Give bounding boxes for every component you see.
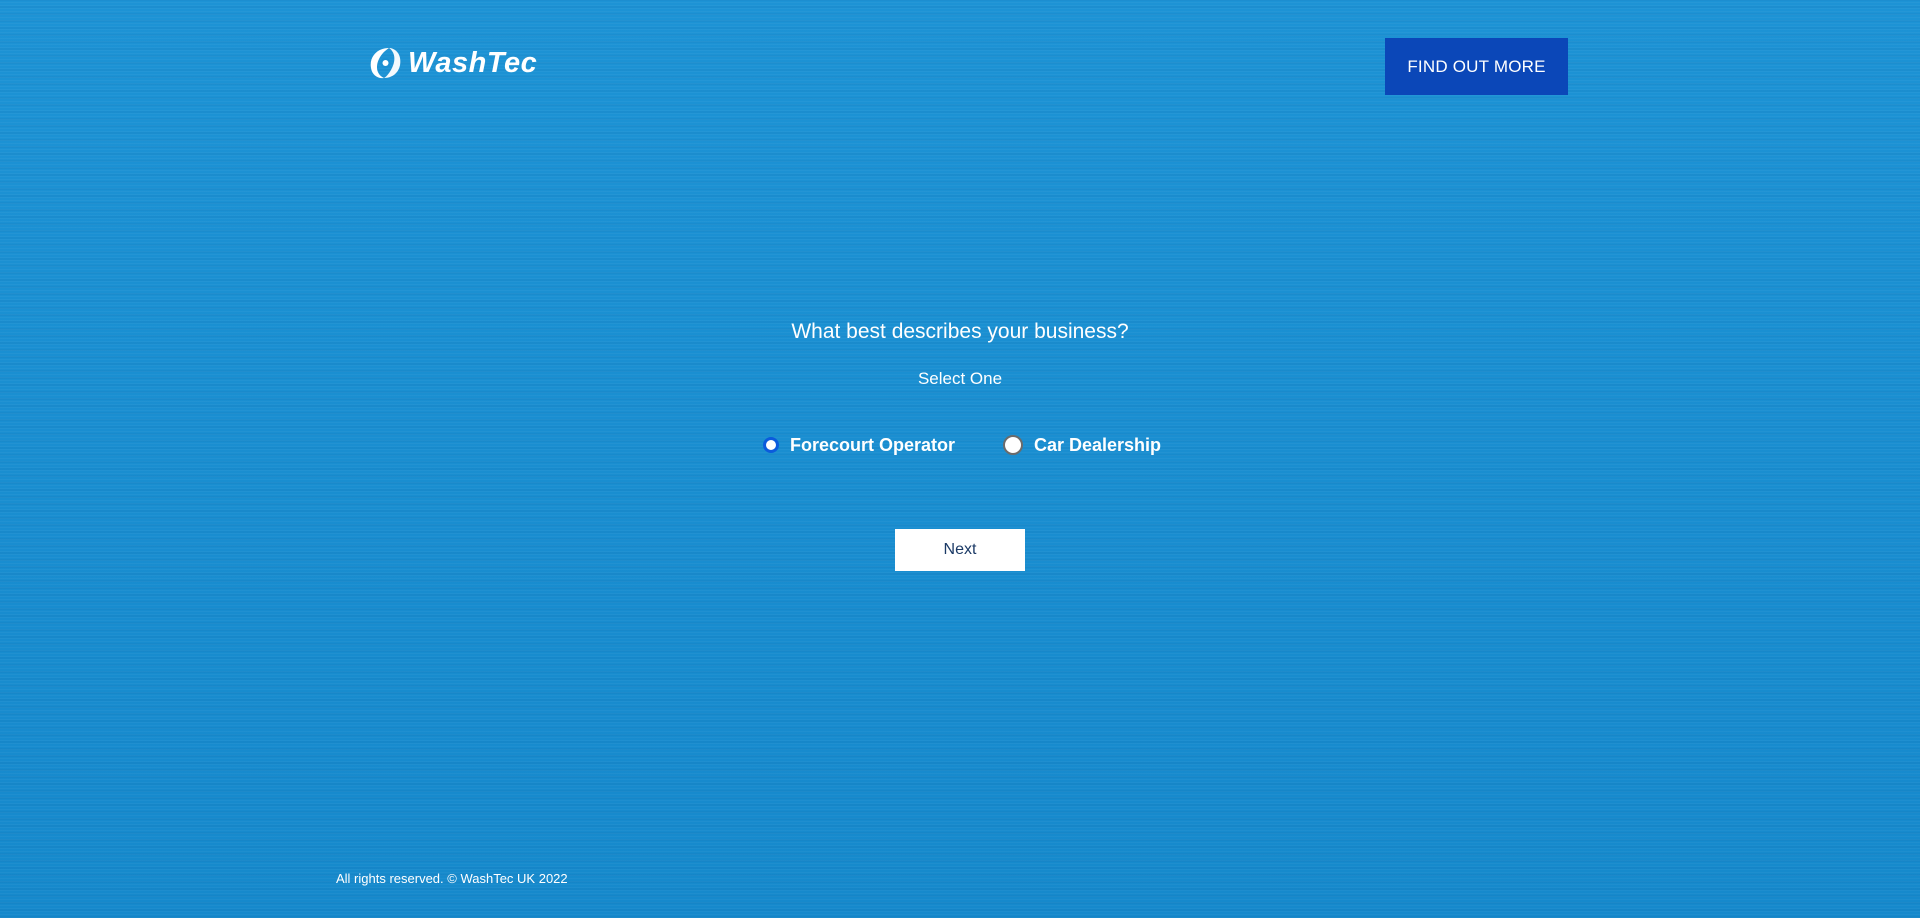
logo-text: WashTec	[408, 46, 538, 79]
washtec-logo[interactable]: WashTec	[367, 44, 537, 82]
footer-copyright: All rights reserved. © WashTec UK 2022	[336, 871, 568, 886]
forecourt-operator-radio[interactable]	[762, 437, 779, 453]
business-type-options: Forecourt Operator Car Dealership	[0, 430, 1920, 460]
washtec-logo-icon	[370, 48, 401, 79]
car-dealership-label[interactable]: Car Dealership	[1034, 430, 1161, 460]
find-out-more-button[interactable]: FIND OUT MORE	[1385, 38, 1568, 95]
option-forecourt-operator[interactable]: Forecourt Operator	[762, 430, 955, 460]
car-dealership-radio[interactable]	[1002, 435, 1023, 455]
next-button[interactable]: Next	[895, 529, 1025, 571]
question-heading: What best describes your business?	[791, 320, 1129, 343]
option-car-dealership[interactable]: Car Dealership	[1002, 430, 1161, 460]
forecourt-operator-label[interactable]: Forecourt Operator	[790, 430, 955, 460]
select-one-hint: Select One	[917, 369, 1003, 388]
